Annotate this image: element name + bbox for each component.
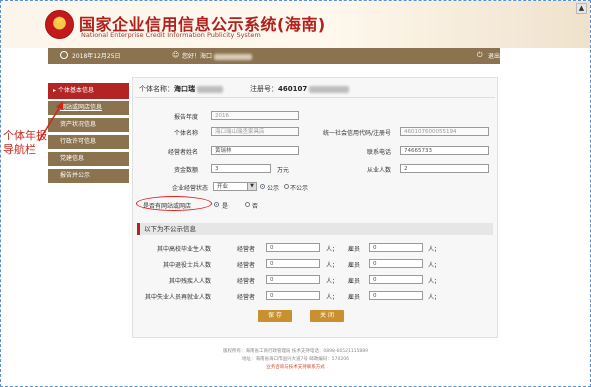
publish-label: 公示 — [267, 185, 280, 192]
private-employee-field[interactable]: 0 — [369, 259, 423, 268]
colon-separator: 人； — [326, 294, 339, 301]
private-operator-field[interactable]: 0 — [266, 291, 320, 300]
divider — [135, 97, 495, 98]
private-employee-field[interactable]: 0 — [369, 243, 423, 252]
operator-col-label: 经营者 — [236, 246, 255, 253]
credit-code-field[interactable]: 460107600055194 — [400, 127, 489, 136]
entity-name-label: 个体名称 — [173, 130, 198, 137]
colon-separator: 人； — [326, 262, 339, 269]
capital-unit: 万元 — [277, 167, 290, 174]
staff-count-label: 从业人数 — [366, 167, 391, 174]
employee-col-label: 雇员 — [347, 294, 360, 301]
footer-contact-link[interactable]: 业务咨询与技术支持联系方式 — [1, 364, 590, 372]
year-label: 报告年度 — [173, 114, 198, 121]
private-info-header: 以下为不公示信息 — [137, 223, 493, 235]
unit-label: 人； — [428, 294, 441, 301]
operator-col-label: 经营者 — [236, 262, 255, 269]
private-row-label: 其中残疾人人数 — [168, 278, 211, 285]
operator-col-label: 经营者 — [236, 278, 255, 285]
business-status-select[interactable]: 开业 ▼ — [213, 182, 257, 191]
window-frame: 国家企业信用信息公示系统(海南) National Enterprise Cre… — [0, 0, 591, 387]
logout-link[interactable]: 退出登录 — [488, 51, 512, 60]
private-operator-field[interactable]: 0 — [266, 259, 320, 268]
nopublish-radio[interactable] — [284, 184, 289, 189]
private-employee-field[interactable]: 0 — [369, 291, 423, 300]
footer-copyright: 版权所有：海南省工商行政管理局 技术支持电话：0898-66521115889 — [223, 349, 368, 354]
employee-col-label: 雇员 — [347, 262, 360, 269]
annotation-arrow — [38, 101, 63, 142]
operator-col-label: 经营者 — [236, 294, 255, 301]
private-operator-field[interactable]: 0 — [266, 243, 320, 252]
website-yes-label: 是 — [222, 203, 229, 210]
website-no-radio[interactable] — [245, 202, 250, 207]
highlight-circle — [136, 196, 212, 211]
operator-name-field[interactable]: 黄瑞林 — [211, 146, 299, 155]
unit-label: 人； — [428, 246, 441, 253]
nopublish-label: 不公示 — [290, 185, 309, 192]
logout-icon[interactable]: ⏻ — [477, 51, 485, 59]
publish-radio[interactable] — [260, 184, 265, 189]
reg-number-display: 注册号：460107 — [250, 84, 350, 94]
website-no-label: 否 — [252, 203, 259, 210]
year-field[interactable]: 2016 — [211, 111, 299, 120]
unit-label: 人； — [428, 262, 441, 269]
save-button[interactable]: 保 存 — [258, 310, 292, 322]
website-yes-radio[interactable] — [214, 202, 219, 207]
capital-label: 资金数额 — [173, 167, 198, 174]
private-row-label: 其中高校毕业生人数 — [156, 246, 211, 253]
capital-field[interactable]: 3 — [211, 164, 271, 173]
phone-field[interactable]: 74665733 — [400, 146, 489, 155]
footer-address: 地址：海南省海口市国兴大道7号 邮政编码：570206 — [242, 357, 349, 362]
close-button[interactable]: 关 闭 — [310, 310, 344, 322]
user-icon: ☺ — [172, 51, 180, 59]
unit-label: 人； — [428, 278, 441, 285]
private-operator-field[interactable]: 0 — [266, 275, 320, 284]
private-employee-field[interactable]: 0 — [369, 275, 423, 284]
phone-label: 联系电话 — [366, 149, 391, 156]
colon-separator: 人； — [326, 278, 339, 285]
employee-col-label: 雇员 — [347, 246, 360, 253]
user-greeting: 您好！海口 — [182, 51, 252, 60]
page-footer: 版权所有：海南省工商行政管理局 技术支持电话：0898-66521115889 … — [1, 348, 590, 372]
business-status-label: 企业经营状态 — [171, 185, 208, 192]
credit-code-label: 统一社会信用代码/注册号 — [322, 130, 391, 137]
private-row-label: 其中失业人员再就业人数 — [144, 294, 211, 301]
private-row-label: 其中退役士兵人数 — [162, 262, 211, 269]
chevron-down-icon: ▼ — [247, 183, 256, 190]
scroll-up-icon[interactable]: ▲ — [576, 3, 587, 14]
operator-name-label: 经营者姓名 — [167, 149, 198, 156]
entity-name-display: 个体名称：海口瑞 — [139, 84, 224, 94]
employee-col-label: 雇员 — [347, 278, 360, 285]
staff-count-field[interactable]: 2 — [400, 164, 489, 173]
entity-name-field[interactable]: 海口瑞山瑞丞家具店 — [211, 127, 299, 136]
colon-separator: 人； — [326, 246, 339, 253]
